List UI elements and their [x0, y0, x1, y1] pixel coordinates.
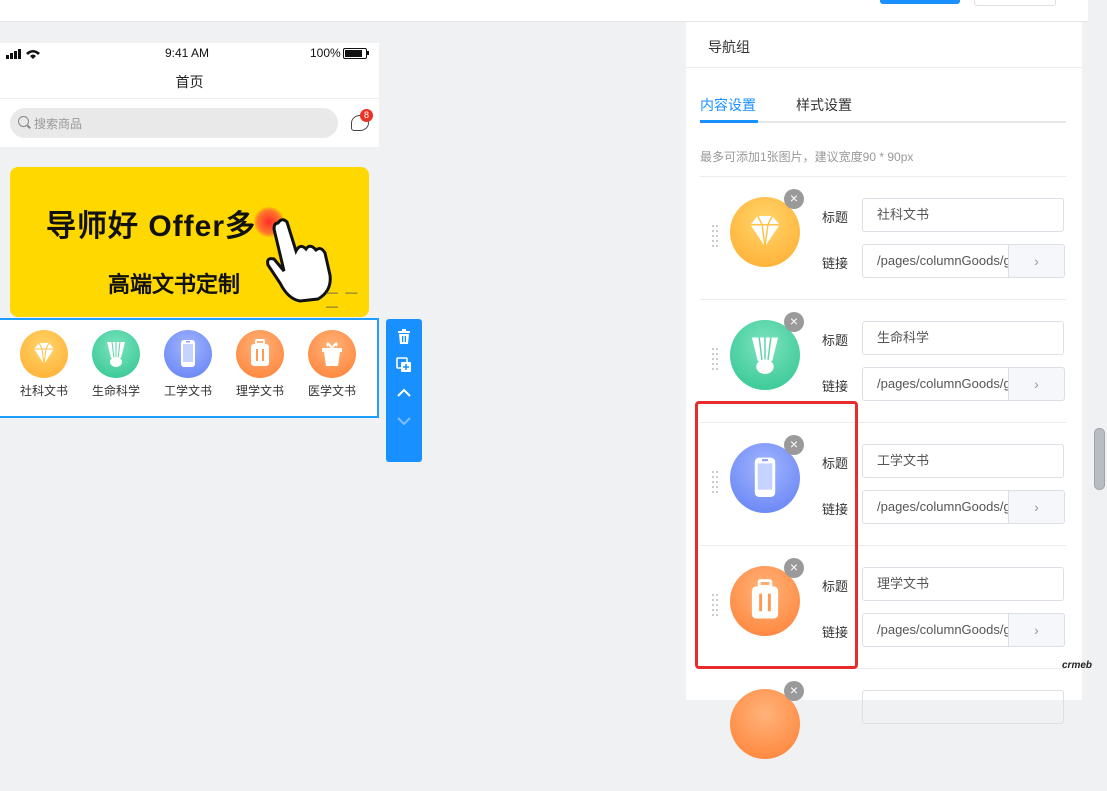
title-input[interactable] [862, 690, 1064, 724]
link-input[interactable]: /pages/columnGoods/goods_list/index [862, 367, 1010, 401]
nav-config-item: × [700, 668, 1066, 791]
title-input[interactable]: 工学文书 [862, 444, 1064, 478]
page-title: 首页 [175, 74, 204, 90]
phone-preview: 9:41 AM 100% 首页 搜索商品 8 [0, 43, 379, 147]
remove-icon[interactable]: × [784, 681, 804, 701]
nav-item-生命科学[interactable]: 生命科学 [86, 330, 146, 399]
banner[interactable]: 导师好 Offer多 高端文书定制 — — — [10, 167, 369, 317]
link-input[interactable]: /pages/columnGoods/goods_list/index [862, 490, 1010, 524]
banner-headline: 导师好 Offer多 [46, 210, 257, 243]
banner-subline: 高端文书定制 [108, 272, 241, 297]
search-icon [18, 116, 29, 127]
title-input[interactable]: 社科文书 [862, 198, 1064, 232]
nav-item-理学文书[interactable]: 理学文书 [230, 330, 290, 399]
copy-icon[interactable] [386, 351, 422, 379]
link-select-button[interactable]: › [1008, 490, 1065, 524]
crmeb-logo: crmeb [1062, 660, 1093, 671]
gift-icon [308, 330, 356, 378]
tab-content-settings[interactable]: 内容设置 [700, 95, 756, 115]
shuttlecock-icon [92, 330, 140, 378]
nav-item-社科文书[interactable]: 社科文书 [14, 330, 74, 399]
panel-title: 导航组 [708, 39, 750, 55]
component-toolbar [386, 319, 422, 462]
move-down-icon[interactable] [386, 407, 422, 435]
title-label: 标题 [822, 210, 849, 225]
remove-icon[interactable]: × [784, 189, 804, 209]
luggage-icon [236, 330, 284, 378]
link-input[interactable]: /pages/columnGoods/goods_list/index [862, 244, 1010, 278]
title-label: 标题 [822, 333, 849, 348]
nav-item-医学文书[interactable]: 医学文书 [302, 330, 362, 399]
link-label: 链接 [822, 379, 849, 394]
link-select-button[interactable]: › [1008, 613, 1065, 647]
link-select-button[interactable]: › [1008, 367, 1065, 401]
search-placeholder: 搜索商品 [34, 117, 83, 131]
nav-config-item: × 标题 社科文书 链接 /pages/columnGoods/goods_li… [700, 176, 1066, 299]
nav-item-工学文书[interactable]: 工学文书 [158, 330, 218, 399]
delete-icon[interactable] [386, 323, 422, 351]
status-bar: 9:41 AM 100% [0, 43, 379, 63]
search-input[interactable]: 搜索商品 [10, 108, 338, 138]
cancel-button[interactable] [974, 0, 1056, 6]
tab-style-settings[interactable]: 样式设置 [796, 95, 852, 115]
phone-icon [164, 330, 212, 378]
link-input[interactable]: /pages/columnGoods/goods_list/index [862, 613, 1010, 647]
scrollbar-thumb[interactable] [1094, 428, 1105, 490]
title-input[interactable]: 生命科学 [862, 321, 1064, 355]
nav-group-component[interactable]: 社科文书 生命科学 工学文书 理学文书 医学文书 [0, 318, 379, 418]
save-button[interactable] [880, 0, 960, 4]
status-time: 9:41 AM [165, 46, 210, 60]
drag-handle-icon[interactable] [712, 225, 720, 249]
highlight-annotation [695, 401, 858, 669]
remove-icon[interactable]: × [784, 312, 804, 332]
drag-handle-icon[interactable] [712, 348, 720, 372]
link-select-button[interactable]: › [1008, 244, 1065, 278]
battery-percent: 100% [310, 46, 341, 60]
title-input[interactable]: 理学文书 [862, 567, 1064, 601]
upload-hint: 最多可添加1张图片，建议宽度90 * 90px [700, 150, 914, 164]
top-bar [0, 0, 1088, 22]
message-badge: 8 [360, 109, 373, 122]
battery-icon [343, 48, 367, 59]
move-up-icon[interactable] [386, 379, 422, 407]
signal-wifi-icon [6, 48, 42, 62]
link-label: 链接 [822, 256, 849, 271]
diamond-icon [20, 330, 68, 378]
